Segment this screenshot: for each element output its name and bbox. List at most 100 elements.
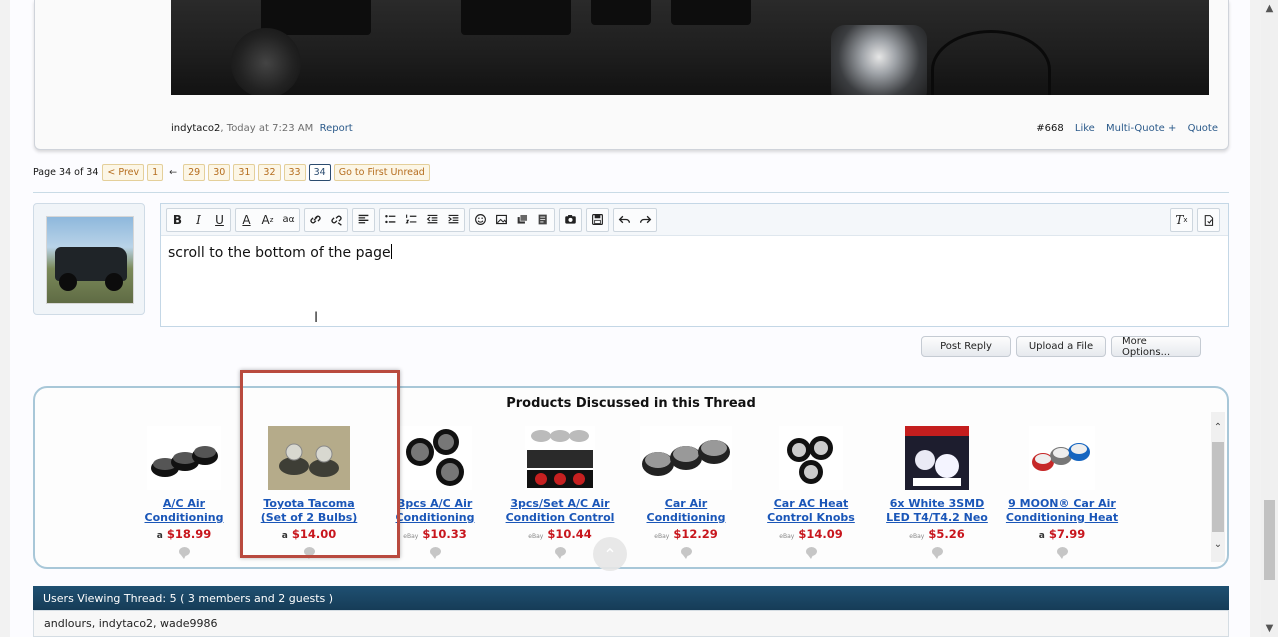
page-link-32[interactable]: 32: [258, 164, 281, 181]
comment-icon[interactable]: [554, 547, 566, 559]
post-author-link[interactable]: indytaco2: [171, 123, 220, 134]
comment-icon[interactable]: [680, 547, 692, 559]
product-title-link[interactable]: A/C Air Conditioning Control Switch Knob: [124, 497, 244, 525]
product-card[interactable]: 3pcs/Set A/C Air Condition Control eBay $…: [500, 426, 620, 559]
reply-editor[interactable]: B I U A Az aα T x scroll to the bottom o…: [160, 203, 1229, 327]
product-image[interactable]: [268, 426, 350, 490]
quote-link[interactable]: Quote: [1188, 123, 1218, 134]
product-card[interactable]: Toyota Tacoma (Set of 2 Bulbs) Heater A/…: [249, 426, 369, 559]
product-title-link[interactable]: 3pcs/Set A/C Air Condition Control: [500, 497, 620, 525]
bold-icon[interactable]: B: [167, 209, 188, 231]
product-title-link[interactable]: Toyota Tacoma (Set of 2 Bulbs) Heater A/…: [249, 497, 369, 525]
page-link-33[interactable]: 33: [283, 164, 306, 181]
bullet-list-icon[interactable]: [380, 209, 401, 231]
product-image[interactable]: [1029, 426, 1095, 490]
remove-formatting-icon[interactable]: Tx: [1171, 209, 1192, 231]
product-image[interactable]: [398, 426, 472, 490]
underline-icon[interactable]: U: [209, 209, 230, 231]
image-icon[interactable]: [491, 209, 512, 231]
toggle-bbcode-icon[interactable]: [1198, 209, 1219, 231]
product-image[interactable]: [640, 426, 732, 490]
avatar-frame: [33, 203, 145, 315]
post-number[interactable]: #668: [1036, 123, 1063, 134]
numbered-list-icon[interactable]: [401, 209, 422, 231]
chevron-up-icon: ⌃: [603, 544, 617, 564]
avatar[interactable]: [46, 216, 134, 304]
products-scrollbar[interactable]: ⌃ ⌄: [1211, 412, 1225, 562]
comment-icon[interactable]: [303, 547, 315, 559]
pagination: Page 34 of 34 < Prev 1 ← 29 30 31 32 33 …: [33, 164, 433, 181]
product-title-link[interactable]: Car Air Conditioning Switch Knob: [626, 497, 746, 525]
upload-file-button[interactable]: Upload a File: [1016, 336, 1106, 357]
scroll-up-arrow-icon[interactable]: ▲: [1261, 3, 1278, 14]
scroll-down-arrow-icon[interactable]: ▼: [1261, 623, 1278, 634]
post-attachment-image[interactable]: [171, 0, 1209, 95]
scroll-to-top-button[interactable]: ⌃: [593, 537, 627, 571]
product-image[interactable]: [905, 426, 969, 490]
chevron-up-icon[interactable]: ⌃: [1211, 422, 1225, 433]
page-link-29[interactable]: 29: [183, 164, 206, 181]
unlink-icon[interactable]: [326, 209, 347, 231]
product-card[interactable]: A/C Air Conditioning Control Switch Knob…: [124, 426, 244, 559]
link-icon[interactable]: [305, 209, 326, 231]
page-scrollbar[interactable]: ▲ ▼: [1261, 0, 1278, 637]
chevron-down-icon[interactable]: ⌄: [1211, 539, 1225, 550]
page-link-30[interactable]: 30: [208, 164, 231, 181]
amazon-logo-icon: a: [156, 531, 163, 541]
amazon-logo-icon: a: [1038, 531, 1045, 541]
comment-icon[interactable]: [178, 547, 190, 559]
page-link-1[interactable]: 1: [147, 164, 164, 181]
media-icon[interactable]: [512, 209, 533, 231]
more-options-button[interactable]: More Options...: [1111, 336, 1201, 358]
post-actions: #668 Like Multi-Quote + Quote: [1028, 123, 1218, 134]
product-card[interactable]: 9 MOON® Car Air Conditioning Heat a $7.99: [1002, 426, 1122, 559]
report-link[interactable]: Report: [320, 123, 353, 134]
save-draft-icon[interactable]: [587, 209, 608, 231]
editor-toolbar: B I U A Az aα T x: [161, 204, 1228, 236]
product-card[interactable]: 3pcs A/C Air Conditioning Control eBay$1…: [375, 426, 495, 559]
product-title-link[interactable]: 6x White 3SMD LED T4/T4.2 Neo Wedge: [877, 497, 997, 525]
font-color-icon[interactable]: A: [236, 209, 257, 231]
comment-icon[interactable]: [1056, 547, 1068, 559]
align-icon[interactable]: [353, 209, 374, 231]
code-icon[interactable]: [533, 209, 554, 231]
page: indytaco2, Today at 7:23 AM Report #668 …: [10, 0, 1250, 637]
product-card[interactable]: Car AC Heat Control Knobs Aluminum eBay$…: [751, 426, 871, 559]
product-image[interactable]: [147, 426, 221, 490]
editor-content[interactable]: scroll to the bottom of the page: [161, 236, 1228, 269]
like-link[interactable]: Like: [1075, 123, 1095, 134]
redo-icon[interactable]: [635, 209, 656, 231]
ebay-logo-icon: eBay: [528, 533, 544, 540]
product-card[interactable]: 6x White 3SMD LED T4/T4.2 Neo Wedge eBay…: [877, 426, 997, 559]
first-unread-button[interactable]: Go to First Unread: [333, 164, 430, 181]
page-jump-arrow-icon[interactable]: ←: [169, 167, 177, 178]
smiley-icon[interactable]: [470, 209, 491, 231]
font-size-icon[interactable]: Az: [257, 209, 278, 231]
comment-icon[interactable]: [429, 547, 441, 559]
comment-icon[interactable]: [805, 547, 817, 559]
prev-page-button[interactable]: < Prev: [102, 164, 145, 181]
products-scrollbar-thumb[interactable]: [1212, 442, 1224, 532]
font-family-icon[interactable]: aα: [278, 209, 299, 231]
product-price: $7.99: [1048, 527, 1086, 541]
comment-icon[interactable]: [931, 547, 943, 559]
product-price: $14.00: [291, 527, 337, 541]
product-image[interactable]: [525, 426, 595, 490]
product-image[interactable]: [779, 426, 843, 490]
undo-icon[interactable]: [614, 209, 635, 231]
product-title-link[interactable]: 3pcs A/C Air Conditioning Control: [375, 497, 495, 525]
page-current-34: 34: [308, 164, 331, 181]
page-scrollbar-thumb[interactable]: [1264, 500, 1275, 580]
outdent-icon[interactable]: [422, 209, 443, 231]
post-reply-button[interactable]: Post Reply: [921, 336, 1011, 357]
indent-icon[interactable]: [443, 209, 464, 231]
product-title-link[interactable]: Car AC Heat Control Knobs Aluminum: [751, 497, 871, 525]
camera-icon[interactable]: [560, 209, 581, 231]
lighter-socket-shape: [231, 28, 301, 95]
italic-icon[interactable]: I: [188, 209, 209, 231]
product-title-link[interactable]: 9 MOON® Car Air Conditioning Heat: [1002, 497, 1122, 525]
page-link-31[interactable]: 31: [233, 164, 256, 181]
multi-quote-link[interactable]: Multi-Quote +: [1106, 123, 1176, 134]
product-card[interactable]: Car Air Conditioning Switch Knob eBay$12…: [626, 426, 746, 559]
ibeam-cursor-icon: I: [314, 310, 319, 326]
